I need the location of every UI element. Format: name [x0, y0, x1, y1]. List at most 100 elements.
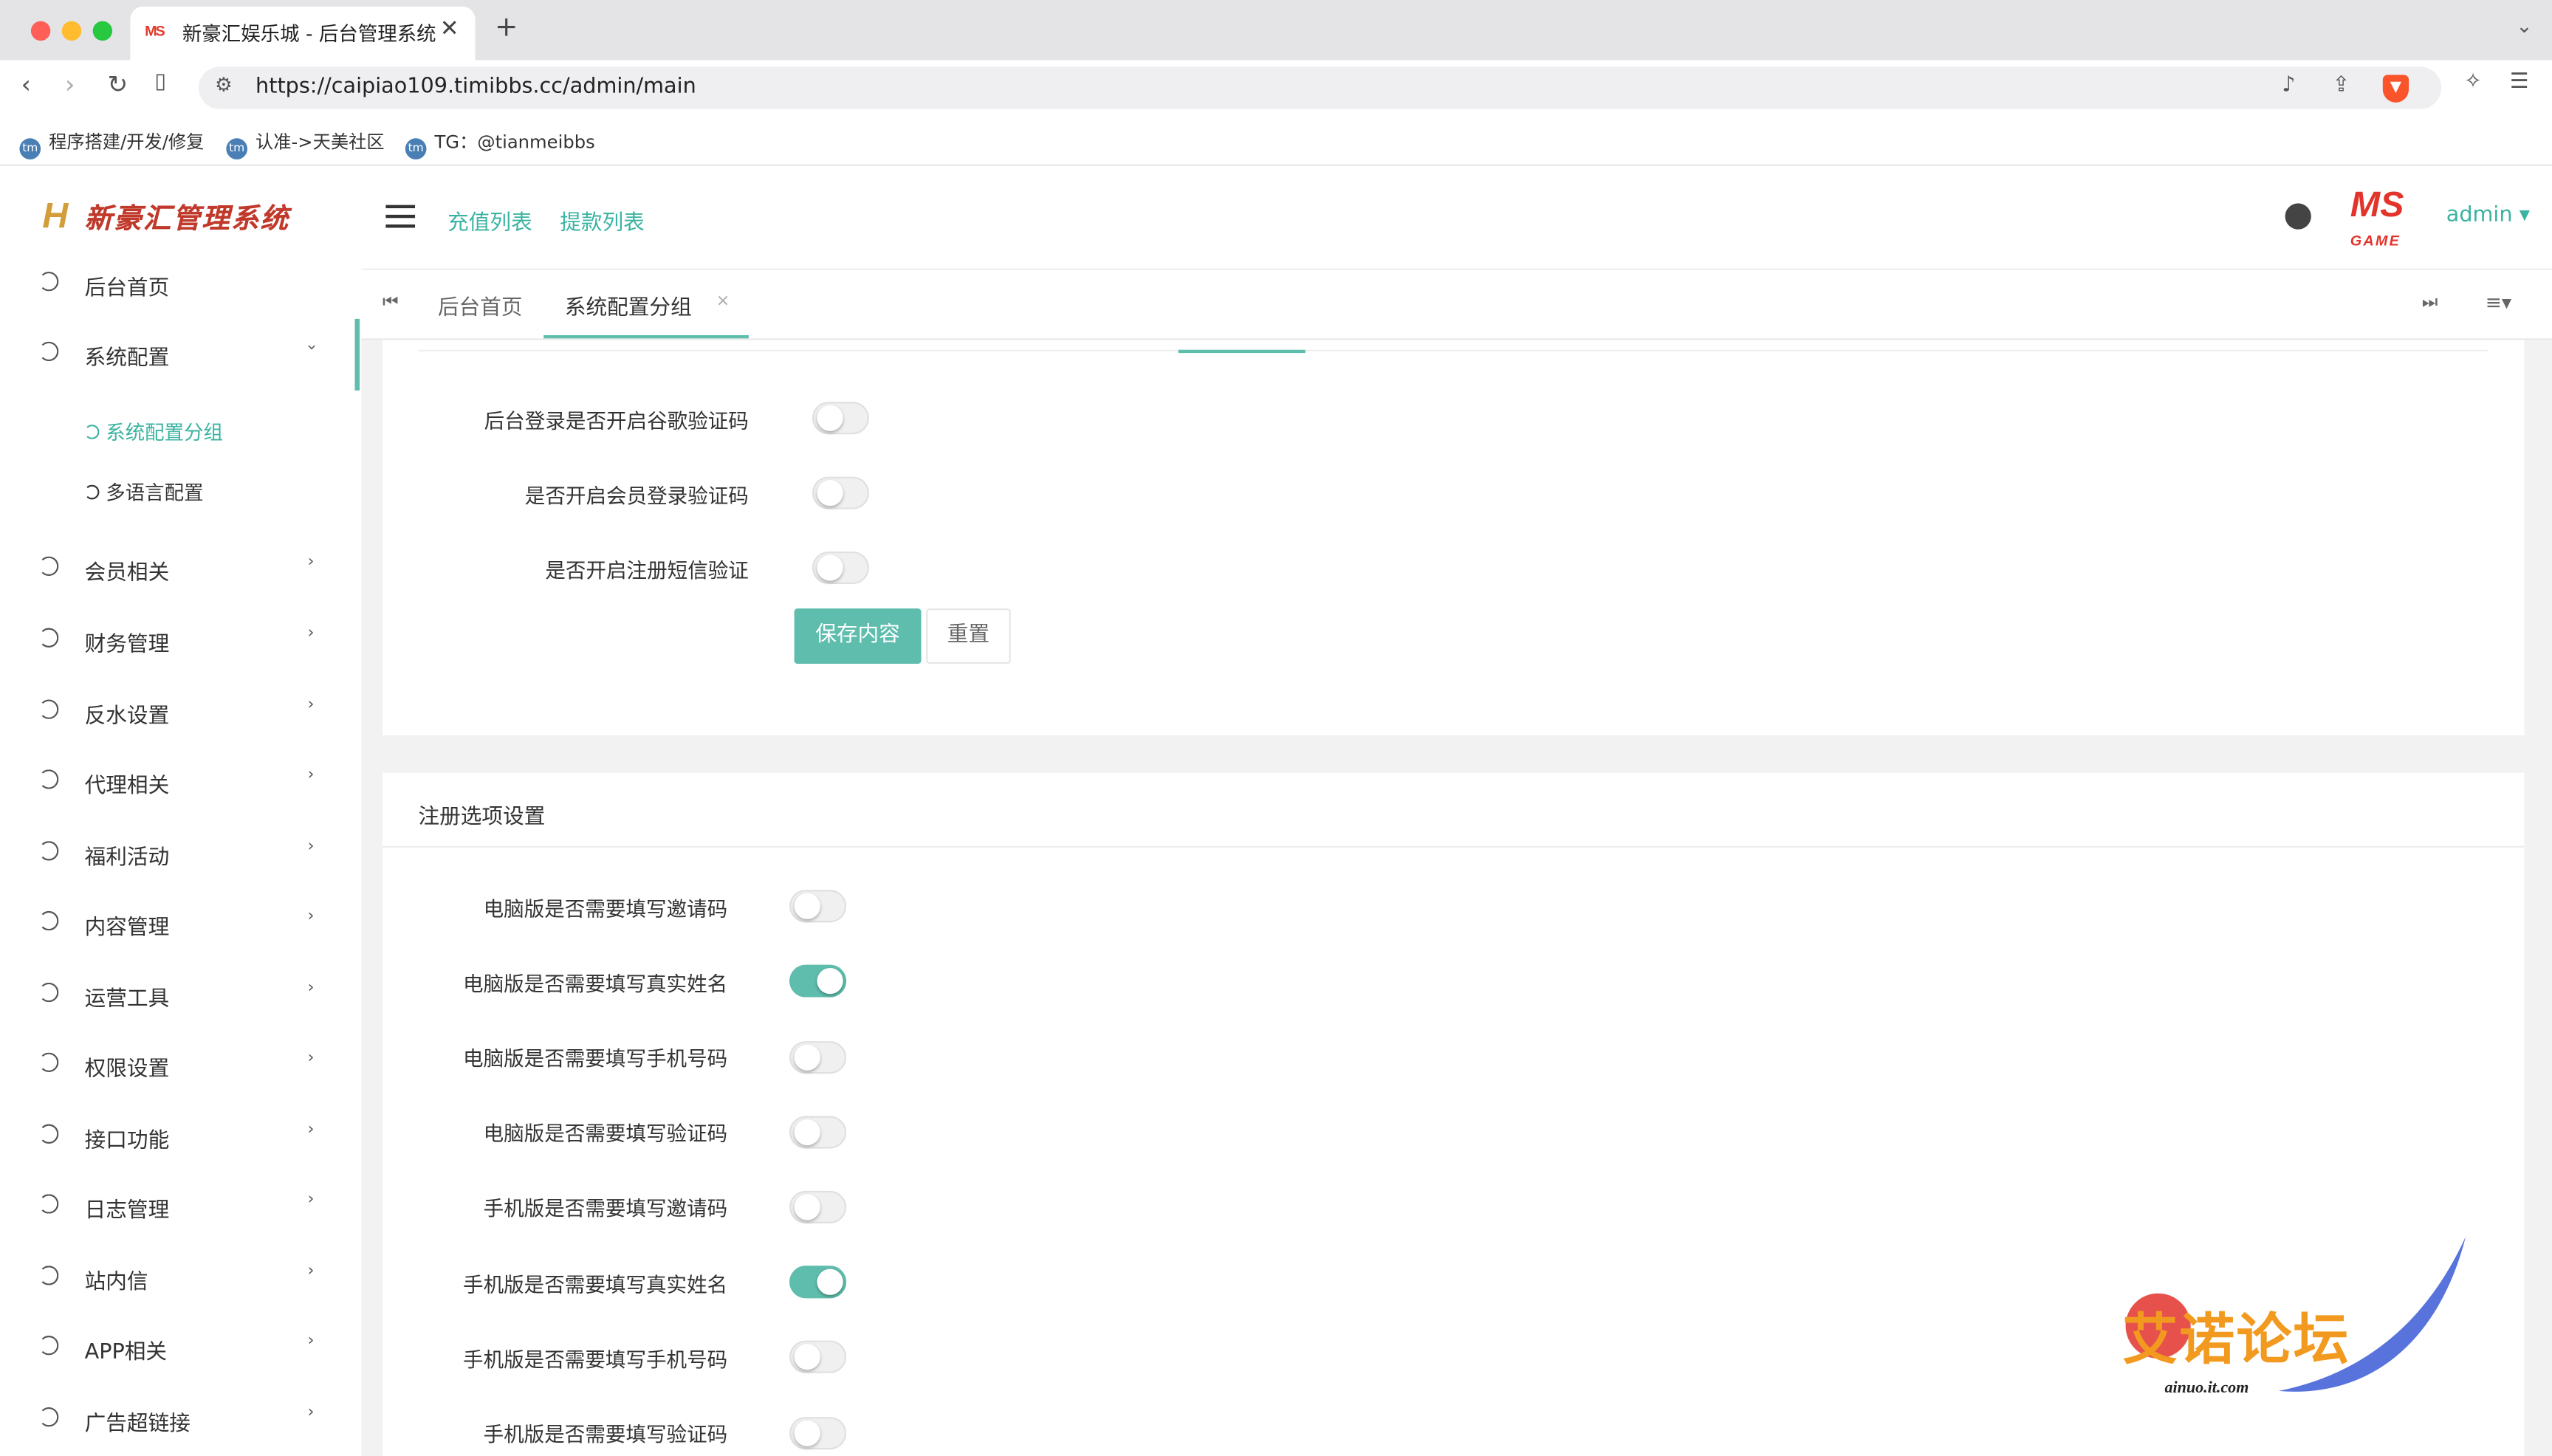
pc-captcha-toggle[interactable] [789, 1116, 847, 1149]
withdraw-list-link[interactable]: 提款列表 [560, 205, 645, 236]
minimize-window-button[interactable] [61, 21, 82, 41]
sidebar-item-content[interactable]: 内容管理 › [7, 891, 360, 956]
tabs-scroll-right-icon[interactable]: ⏭ [2422, 291, 2438, 314]
user-menu[interactable]: admin ▾ [2446, 203, 2530, 227]
watermark-logo: 艾诺论坛 ainuo.it.com [2116, 1236, 2474, 1415]
menu-circle-icon [38, 341, 59, 362]
reload-icon[interactable]: ↻ [107, 70, 128, 100]
maximize-window-button[interactable] [92, 21, 113, 41]
field-label: 后台登录是否开启谷歌验证码 [484, 408, 749, 433]
form-row: 是否开启注册短信验证 [383, 543, 749, 592]
sidebar-item-logs[interactable]: 日志管理 › [7, 1175, 360, 1240]
tab-list-chevron-icon[interactable]: ⌄ [2516, 15, 2532, 38]
recharge-list-link[interactable]: 充值列表 [447, 205, 532, 236]
field-label: 手机版是否需要填写真实姓名 [463, 1272, 728, 1297]
pc-invite-code-toggle[interactable] [789, 890, 847, 923]
browser-menu-icon[interactable]: ☰ [2510, 70, 2529, 95]
toggle-knob [794, 1344, 820, 1370]
mobile-captcha-toggle[interactable] [789, 1417, 847, 1450]
forward-icon[interactable]: › [65, 70, 75, 100]
site-settings-icon[interactable]: ⚙ [215, 73, 233, 96]
field-label: 手机版是否需要填写手机号码 [463, 1347, 728, 1372]
sidebar-item-rebate[interactable]: 反水设置 › [7, 680, 360, 745]
sidebar-item-messages[interactable]: 站内信 › [7, 1246, 360, 1311]
back-icon[interactable]: ‹ [21, 70, 31, 100]
sidebar-item-ads[interactable]: 广告超链接 › [7, 1388, 360, 1453]
menu-circle-icon [38, 699, 59, 719]
toggle-knob [817, 554, 843, 581]
toggle-knob [794, 1420, 820, 1446]
close-window-button[interactable] [30, 21, 51, 41]
chevron-right-icon: › [307, 696, 315, 715]
sidebar-item-app[interactable]: APP相关 › [7, 1316, 360, 1381]
tab-home[interactable]: 后台首页 [438, 289, 523, 320]
media-icon[interactable]: ♪ [2282, 73, 2295, 97]
caret-down-icon: ▾ [2512, 203, 2531, 228]
mobile-phone-toggle[interactable] [789, 1340, 847, 1373]
tab-close-icon[interactable]: ✕ [440, 16, 459, 42]
logo-mark-icon: H [42, 195, 70, 236]
pc-real-name-toggle[interactable] [789, 964, 847, 997]
tab-config-group[interactable]: 系统配置分组 [565, 289, 692, 320]
url-bar[interactable]: ⚙ https://caipiao109.timibbs.cc/admin/ma… [198, 66, 2442, 109]
sidebar-item-permissions[interactable]: 权限设置 › [7, 1033, 360, 1098]
chevron-right-icon: › [307, 979, 315, 997]
menu-toggle-icon[interactable] [385, 205, 416, 228]
sidebar-item-system-config[interactable]: 系统配置 › [7, 322, 360, 387]
tabs-scroll-left-icon[interactable]: ⏮ [383, 291, 399, 314]
bookmark-icon[interactable]: ▯ [154, 70, 166, 95]
mobile-invite-code-toggle[interactable] [789, 1190, 847, 1223]
chevron-right-icon: › [307, 553, 315, 571]
divider [382, 845, 2525, 848]
toggle-knob [817, 968, 843, 995]
sidebar-item-members[interactable]: 会员相关 › [7, 537, 360, 602]
sidebar-item-welfare[interactable]: 福利活动 › [7, 822, 360, 887]
browser-tab[interactable]: MS 新豪汇娱乐城 - 后台管理系统 ✕ [130, 6, 476, 61]
field-label: 电脑版是否需要填写邀请码 [483, 896, 728, 921]
form-row: 电脑版是否需要填写真实姓名 [383, 957, 727, 1006]
save-button[interactable]: 保存内容 [794, 608, 922, 664]
bookmark-item[interactable]: tm 认准->天美社区 [226, 128, 385, 159]
share-icon[interactable]: ⇪ [2332, 73, 2350, 97]
sidebar-item-home[interactable]: 后台首页 [7, 253, 360, 317]
register-sms-toggle[interactable] [812, 551, 869, 585]
member-login-captcha-toggle[interactable] [812, 476, 869, 509]
field-label: 手机版是否需要填写邀请码 [483, 1195, 728, 1220]
leo-ai-icon[interactable]: ✧ [2464, 70, 2482, 95]
bookmark-item[interactable]: tm 程序搭建/开发/修复 [19, 128, 204, 159]
watermark-url: ainuo.it.com [2164, 1379, 2249, 1398]
settings-card: 后台登录是否开启谷歌验证码 是否开启会员登录验证码 是否开启注册短信验证 保存内… [382, 340, 2525, 735]
sidebar-item-api[interactable]: 接口功能 › [7, 1105, 360, 1170]
submenu-circle-icon [84, 484, 100, 500]
google-captcha-toggle[interactable] [812, 402, 869, 435]
brave-shield-icon[interactable]: ▼ [2382, 75, 2409, 103]
app-logo[interactable]: H 新豪汇管理系统 [42, 195, 289, 237]
menu-circle-icon [38, 982, 59, 1003]
toggle-knob [817, 480, 843, 506]
bookmark-favicon-icon: tm [405, 138, 427, 159]
field-label: 电脑版是否需要填写手机号码 [463, 1045, 728, 1071]
theme-palette-icon[interactable] [2285, 203, 2311, 230]
sidebar-subitem-config-group[interactable]: 系统配置分组 [84, 418, 223, 445]
menu-circle-icon [38, 271, 59, 292]
sidebar-item-agent[interactable]: 代理相关 › [7, 750, 360, 815]
sidebar-item-finance[interactable]: 财务管理 › [7, 608, 360, 673]
menu-circle-icon [38, 1194, 59, 1214]
field-label: 手机版是否需要填写验证码 [483, 1421, 728, 1446]
menu-circle-icon [38, 1407, 59, 1427]
mobile-real-name-toggle[interactable] [789, 1266, 847, 1299]
chevron-right-icon: › [307, 1121, 315, 1139]
submenu-circle-icon [84, 425, 100, 439]
bookmark-item[interactable]: tm TG：@tianmeibbs [405, 128, 595, 159]
sidebar-item-operations[interactable]: 运营工具 › [7, 963, 360, 1028]
tab-close-icon[interactable]: × [716, 293, 730, 311]
new-tab-button[interactable]: + [495, 11, 518, 44]
pc-phone-toggle[interactable] [789, 1041, 847, 1074]
url-text[interactable]: https://caipiao109.timibbs.cc/admin/main [255, 75, 696, 99]
sidebar-subitem-language[interactable]: 多语言配置 [84, 478, 204, 506]
chevron-right-icon: › [307, 625, 315, 643]
reset-button[interactable]: 重置 [926, 608, 1011, 664]
tabs-menu-icon[interactable]: ≡▾ [2486, 291, 2511, 314]
chevron-right-icon: › [307, 1262, 315, 1281]
sidebar: H 新豪汇管理系统 后台首页 系统配置 › 系统配置分组 多语言配置 会员相关 › 财… [6, 167, 360, 1456]
